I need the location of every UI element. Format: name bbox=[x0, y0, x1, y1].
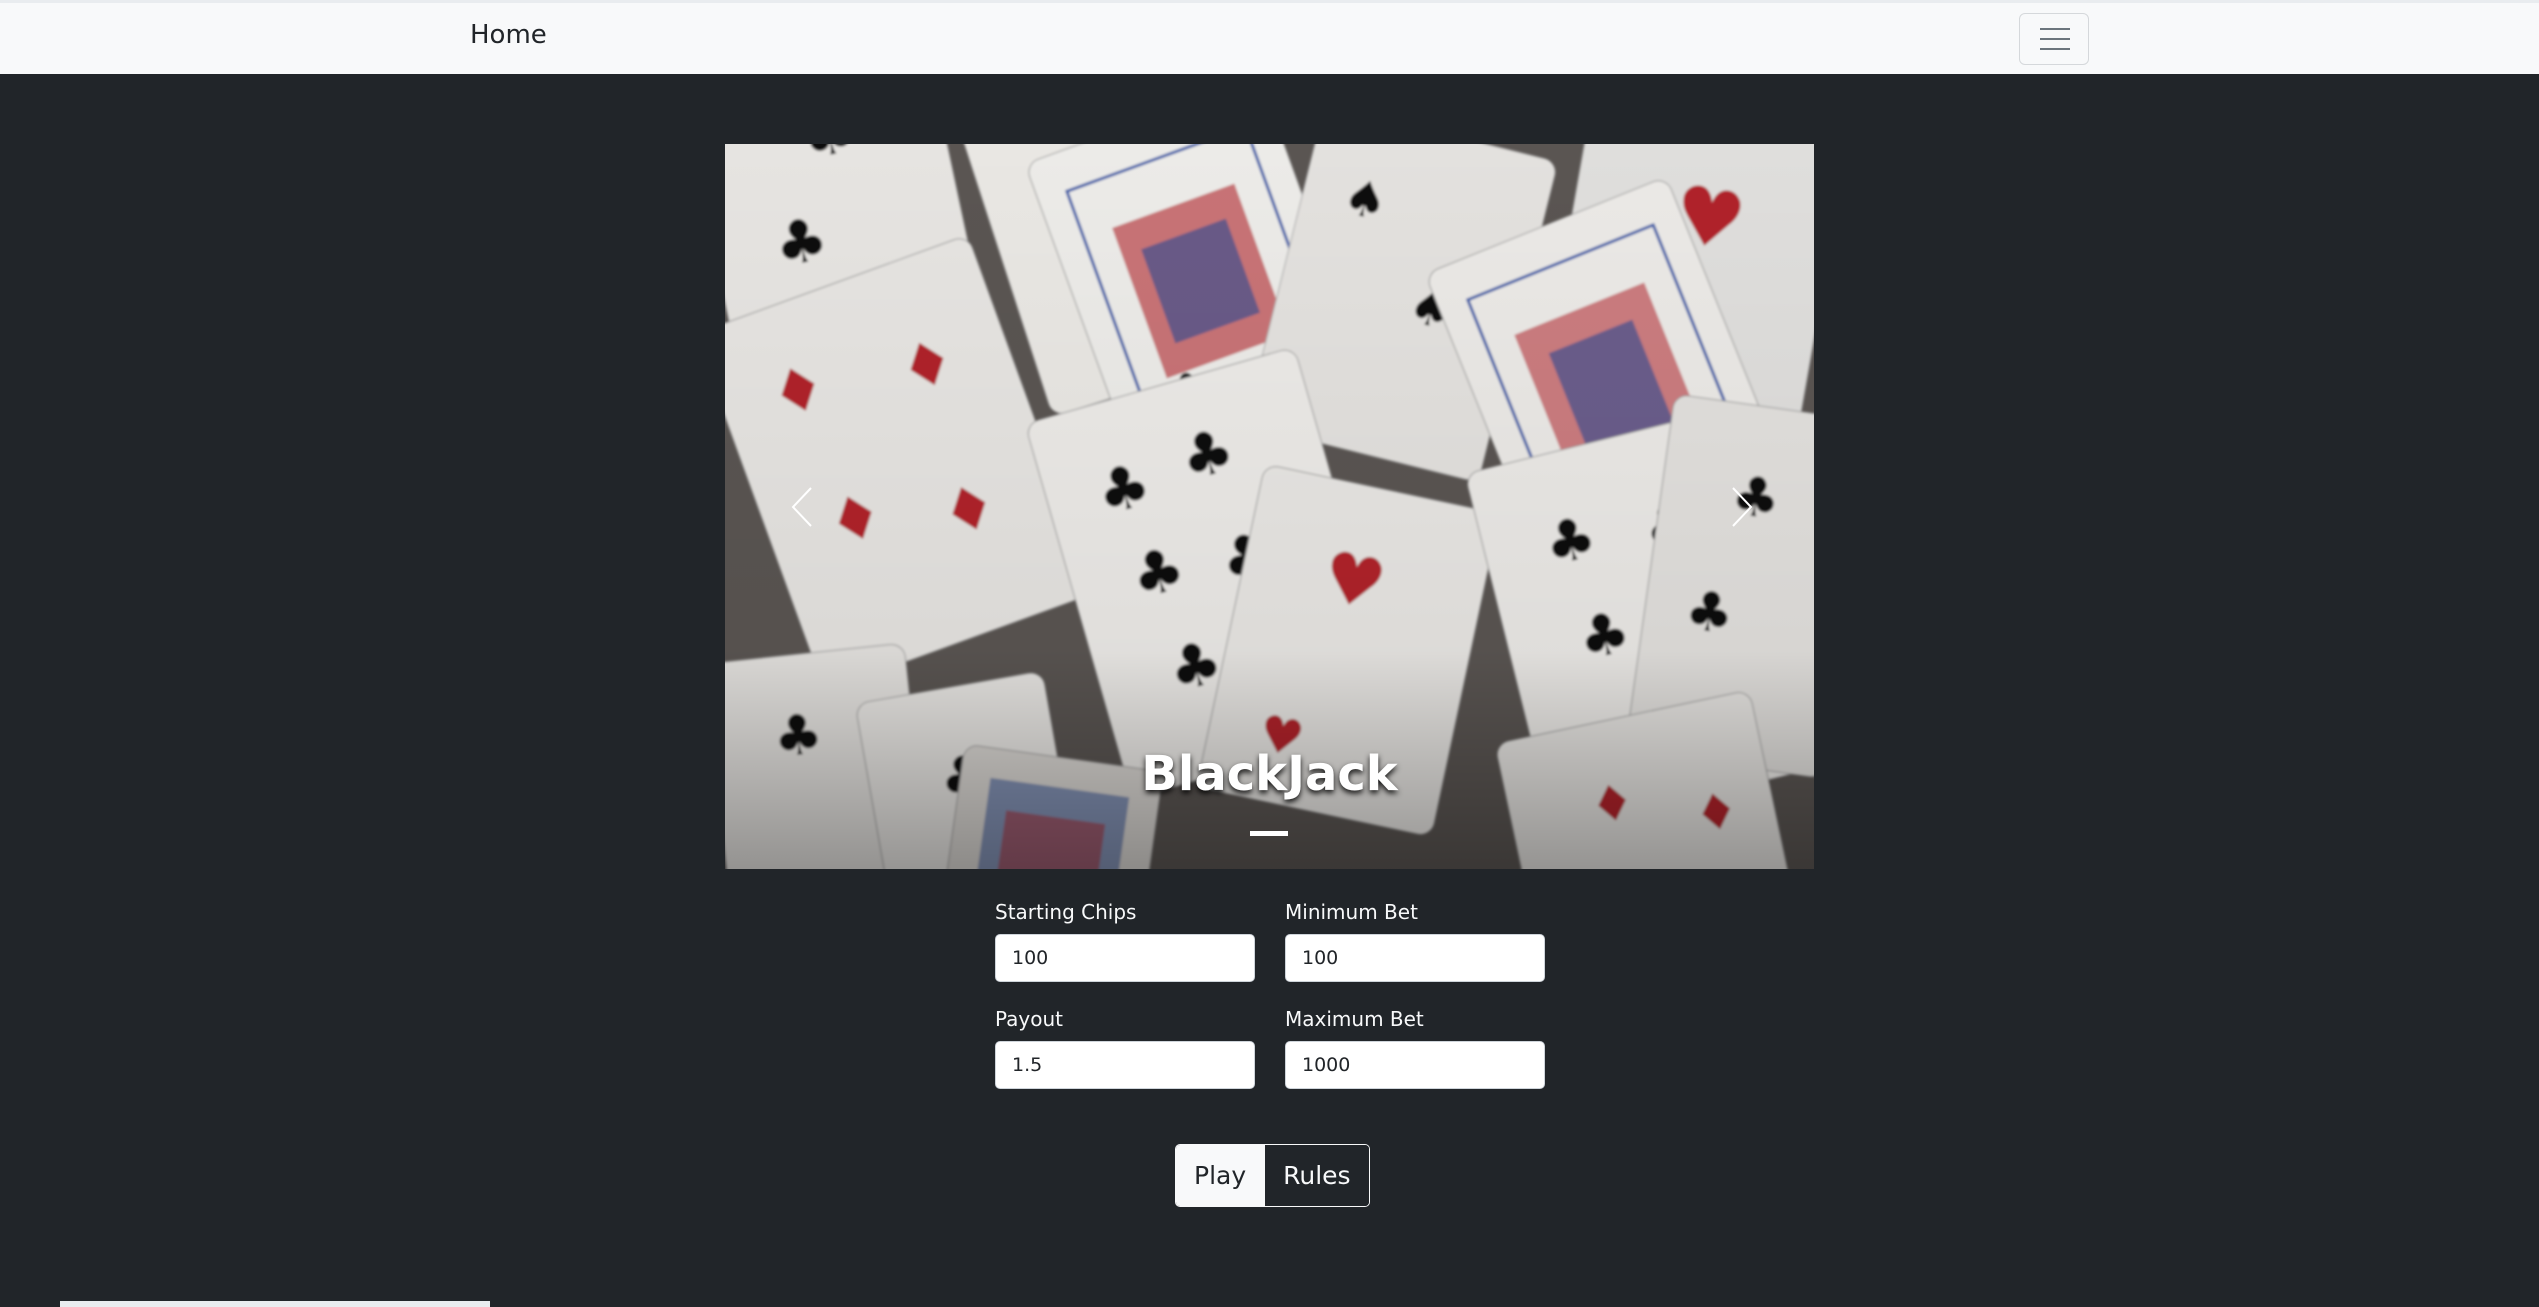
scroll-indicator-bar bbox=[60, 1301, 490, 1307]
payout-label: Payout bbox=[995, 1007, 1064, 1031]
minimum-bet-label: Minimum Bet bbox=[1285, 900, 1418, 924]
maximum-bet-input[interactable] bbox=[1285, 1041, 1545, 1089]
chevron-right-icon bbox=[1732, 487, 1753, 527]
carousel-prev-button[interactable] bbox=[745, 444, 865, 569]
minimum-bet-field: Minimum Bet bbox=[1285, 900, 1545, 982]
maximum-bet-field: Maximum Bet bbox=[1285, 1007, 1545, 1089]
carousel-indicator[interactable] bbox=[1250, 831, 1288, 836]
carousel: ♣ ♣ ♦ ♦ ♣ ♠ ♠ ♥ ♥ bbox=[725, 144, 1814, 869]
home-link[interactable]: Home bbox=[470, 20, 547, 50]
carousel-caption: BlackJack bbox=[1141, 746, 1398, 802]
payout-input[interactable] bbox=[995, 1041, 1255, 1089]
starting-chips-field: Starting Chips bbox=[995, 900, 1255, 982]
rules-button[interactable]: Rules bbox=[1264, 1145, 1369, 1206]
minimum-bet-input[interactable] bbox=[1285, 934, 1545, 982]
carousel-next-button[interactable] bbox=[1679, 444, 1799, 569]
navbar: Home bbox=[0, 0, 2539, 74]
hamburger-icon bbox=[2040, 28, 2070, 30]
starting-chips-label: Starting Chips bbox=[995, 900, 1137, 924]
play-button[interactable]: Play bbox=[1176, 1145, 1265, 1206]
navbar-toggler-button[interactable] bbox=[2019, 13, 2089, 65]
action-button-group: Play Rules bbox=[1175, 1144, 1370, 1207]
chevron-left-icon bbox=[791, 487, 812, 527]
maximum-bet-label: Maximum Bet bbox=[1285, 1007, 1424, 1031]
payout-field: Payout bbox=[995, 1007, 1255, 1089]
starting-chips-input[interactable] bbox=[995, 934, 1255, 982]
